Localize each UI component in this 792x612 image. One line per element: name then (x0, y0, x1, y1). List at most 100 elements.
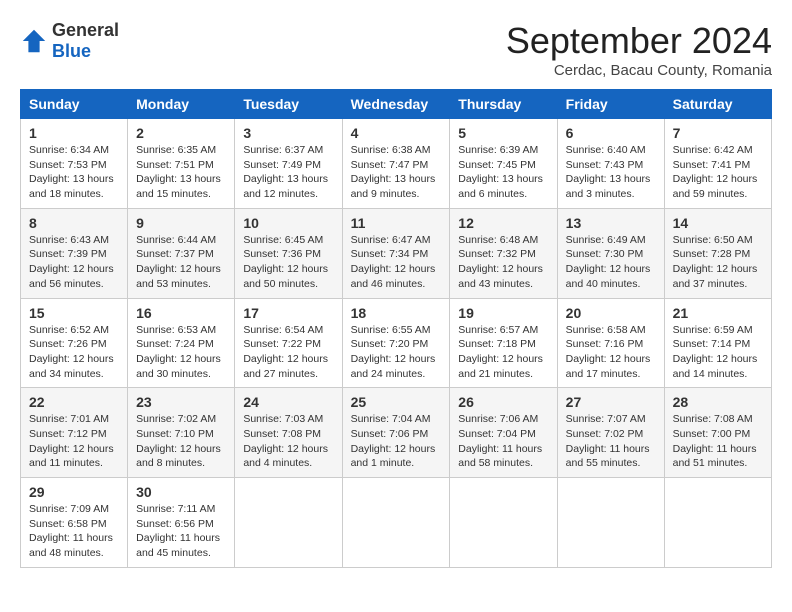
day-info: Sunrise: 6:58 AM Sunset: 7:16 PM Dayligh… (566, 323, 656, 382)
month-title: September 2024 (506, 20, 772, 62)
day-number: 23 (136, 394, 226, 410)
day-info: Sunrise: 6:44 AM Sunset: 7:37 PM Dayligh… (136, 233, 226, 292)
calendar-cell: 26 Sunrise: 7:06 AM Sunset: 7:04 PM Dayli… (450, 388, 557, 478)
calendar-cell: 7 Sunrise: 6:42 AM Sunset: 7:41 PM Daylig… (664, 119, 771, 209)
day-number: 10 (243, 215, 333, 231)
day-info: Sunrise: 6:45 AM Sunset: 7:36 PM Dayligh… (243, 233, 333, 292)
calendar-cell: 2Sunrise: 6:35 AM Sunset: 7:51 PM Daylig… (128, 119, 235, 209)
calendar-cell: 5 Sunrise: 6:39 AM Sunset: 7:45 PM Daylig… (450, 119, 557, 209)
day-info: Sunrise: 6:55 AM Sunset: 7:20 PM Dayligh… (351, 323, 442, 382)
day-number: 20 (566, 305, 656, 321)
calendar-cell (450, 478, 557, 568)
day-info: Sunrise: 7:04 AM Sunset: 7:06 PM Dayligh… (351, 412, 442, 471)
day-info: Sunrise: 6:39 AM Sunset: 7:45 PM Dayligh… (458, 143, 548, 202)
day-number: 22 (29, 394, 119, 410)
calendar-week-row: 1Sunrise: 6:34 AM Sunset: 7:53 PM Daylig… (21, 119, 772, 209)
calendar-cell (557, 478, 664, 568)
calendar-cell: 12 Sunrise: 6:48 AM Sunset: 7:32 PM Dayli… (450, 208, 557, 298)
calendar-cell: 20 Sunrise: 6:58 AM Sunset: 7:16 PM Dayli… (557, 298, 664, 388)
day-number: 19 (458, 305, 548, 321)
day-info: Sunrise: 6:42 AM Sunset: 7:41 PM Dayligh… (673, 143, 763, 202)
calendar-cell: 25 Sunrise: 7:04 AM Sunset: 7:06 PM Dayli… (342, 388, 450, 478)
day-info: Sunrise: 7:03 AM Sunset: 7:08 PM Dayligh… (243, 412, 333, 471)
column-header-tuesday: Tuesday (235, 90, 342, 119)
day-info: Sunrise: 7:08 AM Sunset: 7:00 PM Dayligh… (673, 412, 763, 471)
day-number: 5 (458, 125, 548, 141)
calendar-cell: 14 Sunrise: 6:50 AM Sunset: 7:28 PM Dayli… (664, 208, 771, 298)
day-info: Sunrise: 6:59 AM Sunset: 7:14 PM Dayligh… (673, 323, 763, 382)
day-number: 6 (566, 125, 656, 141)
day-number: 7 (673, 125, 763, 141)
calendar-cell: 30Sunrise: 7:11 AM Sunset: 6:56 PM Dayli… (128, 478, 235, 568)
day-info: Sunrise: 7:01 AM Sunset: 7:12 PM Dayligh… (29, 412, 119, 471)
day-number: 14 (673, 215, 763, 231)
day-info: Sunrise: 6:47 AM Sunset: 7:34 PM Dayligh… (351, 233, 442, 292)
day-info: Sunrise: 7:07 AM Sunset: 7:02 PM Dayligh… (566, 412, 656, 471)
calendar-cell: 6 Sunrise: 6:40 AM Sunset: 7:43 PM Daylig… (557, 119, 664, 209)
calendar-cell: 19 Sunrise: 6:57 AM Sunset: 7:18 PM Dayli… (450, 298, 557, 388)
calendar-cell: 3Sunrise: 6:37 AM Sunset: 7:49 PM Daylig… (235, 119, 342, 209)
day-number: 21 (673, 305, 763, 321)
day-info: Sunrise: 6:49 AM Sunset: 7:30 PM Dayligh… (566, 233, 656, 292)
day-number: 27 (566, 394, 656, 410)
calendar-week-row: 15Sunrise: 6:52 AM Sunset: 7:26 PM Dayli… (21, 298, 772, 388)
day-info: Sunrise: 6:57 AM Sunset: 7:18 PM Dayligh… (458, 323, 548, 382)
logo-general: General (52, 20, 119, 40)
day-number: 3 (243, 125, 333, 141)
calendar-header-row: SundayMondayTuesdayWednesdayThursdayFrid… (21, 90, 772, 119)
location-subtitle: Cerdac, Bacau County, Romania (506, 62, 772, 79)
day-number: 18 (351, 305, 442, 321)
day-number: 15 (29, 305, 119, 321)
day-number: 24 (243, 394, 333, 410)
day-number: 16 (136, 305, 226, 321)
day-info: Sunrise: 7:06 AM Sunset: 7:04 PM Dayligh… (458, 412, 548, 471)
day-number: 8 (29, 215, 119, 231)
calendar-week-row: 29 Sunrise: 7:09 AM Sunset: 6:58 PM Dayli… (21, 478, 772, 568)
logo-blue: Blue (52, 41, 91, 61)
calendar-cell: 27 Sunrise: 7:07 AM Sunset: 7:02 PM Dayli… (557, 388, 664, 478)
day-number: 17 (243, 305, 333, 321)
calendar-cell (664, 478, 771, 568)
day-number: 13 (566, 215, 656, 231)
column-header-thursday: Thursday (450, 90, 557, 119)
day-number: 1 (29, 125, 119, 141)
day-number: 29 (29, 484, 119, 500)
calendar-cell: 10 Sunrise: 6:45 AM Sunset: 7:36 PM Dayli… (235, 208, 342, 298)
day-number: 30 (136, 484, 226, 500)
day-info: Sunrise: 7:09 AM Sunset: 6:58 PM Dayligh… (29, 502, 119, 561)
calendar-cell (342, 478, 450, 568)
calendar-cell: 8 Sunrise: 6:43 AM Sunset: 7:39 PM Daylig… (21, 208, 128, 298)
day-info: Sunrise: 7:02 AM Sunset: 7:10 PM Dayligh… (136, 412, 226, 471)
column-header-friday: Friday (557, 90, 664, 119)
day-number: 9 (136, 215, 226, 231)
day-info: Sunrise: 6:35 AM Sunset: 7:51 PM Dayligh… (136, 143, 226, 202)
day-info: Sunrise: 6:38 AM Sunset: 7:47 PM Dayligh… (351, 143, 442, 202)
logo: General Blue (20, 20, 119, 62)
day-number: 25 (351, 394, 442, 410)
calendar-cell (235, 478, 342, 568)
calendar-cell: 23 Sunrise: 7:02 AM Sunset: 7:10 PM Dayli… (128, 388, 235, 478)
calendar-cell: 9 Sunrise: 6:44 AM Sunset: 7:37 PM Daylig… (128, 208, 235, 298)
calendar-cell: 4 Sunrise: 6:38 AM Sunset: 7:47 PM Daylig… (342, 119, 450, 209)
day-number: 4 (351, 125, 442, 141)
calendar-cell: 21 Sunrise: 6:59 AM Sunset: 7:14 PM Dayli… (664, 298, 771, 388)
day-info: Sunrise: 6:40 AM Sunset: 7:43 PM Dayligh… (566, 143, 656, 202)
calendar-cell: 13 Sunrise: 6:49 AM Sunset: 7:30 PM Dayli… (557, 208, 664, 298)
day-number: 12 (458, 215, 548, 231)
day-number: 28 (673, 394, 763, 410)
day-info: Sunrise: 6:48 AM Sunset: 7:32 PM Dayligh… (458, 233, 548, 292)
calendar-cell: 28 Sunrise: 7:08 AM Sunset: 7:00 PM Dayli… (664, 388, 771, 478)
column-header-wednesday: Wednesday (342, 90, 450, 119)
calendar-week-row: 22 Sunrise: 7:01 AM Sunset: 7:12 PM Dayli… (21, 388, 772, 478)
calendar-table: SundayMondayTuesdayWednesdayThursdayFrid… (20, 89, 772, 568)
calendar-cell: 15Sunrise: 6:52 AM Sunset: 7:26 PM Dayli… (21, 298, 128, 388)
logo-icon (20, 27, 48, 55)
day-info: Sunrise: 6:43 AM Sunset: 7:39 PM Dayligh… (29, 233, 119, 292)
calendar-cell: 1Sunrise: 6:34 AM Sunset: 7:53 PM Daylig… (21, 119, 128, 209)
day-info: Sunrise: 6:53 AM Sunset: 7:24 PM Dayligh… (136, 323, 226, 382)
calendar-cell: 22 Sunrise: 7:01 AM Sunset: 7:12 PM Dayli… (21, 388, 128, 478)
day-info: Sunrise: 6:50 AM Sunset: 7:28 PM Dayligh… (673, 233, 763, 292)
calendar-cell: 17Sunrise: 6:54 AM Sunset: 7:22 PM Dayli… (235, 298, 342, 388)
day-number: 26 (458, 394, 548, 410)
page-header: General Blue September 2024 Cerdac, Baca… (20, 20, 772, 79)
